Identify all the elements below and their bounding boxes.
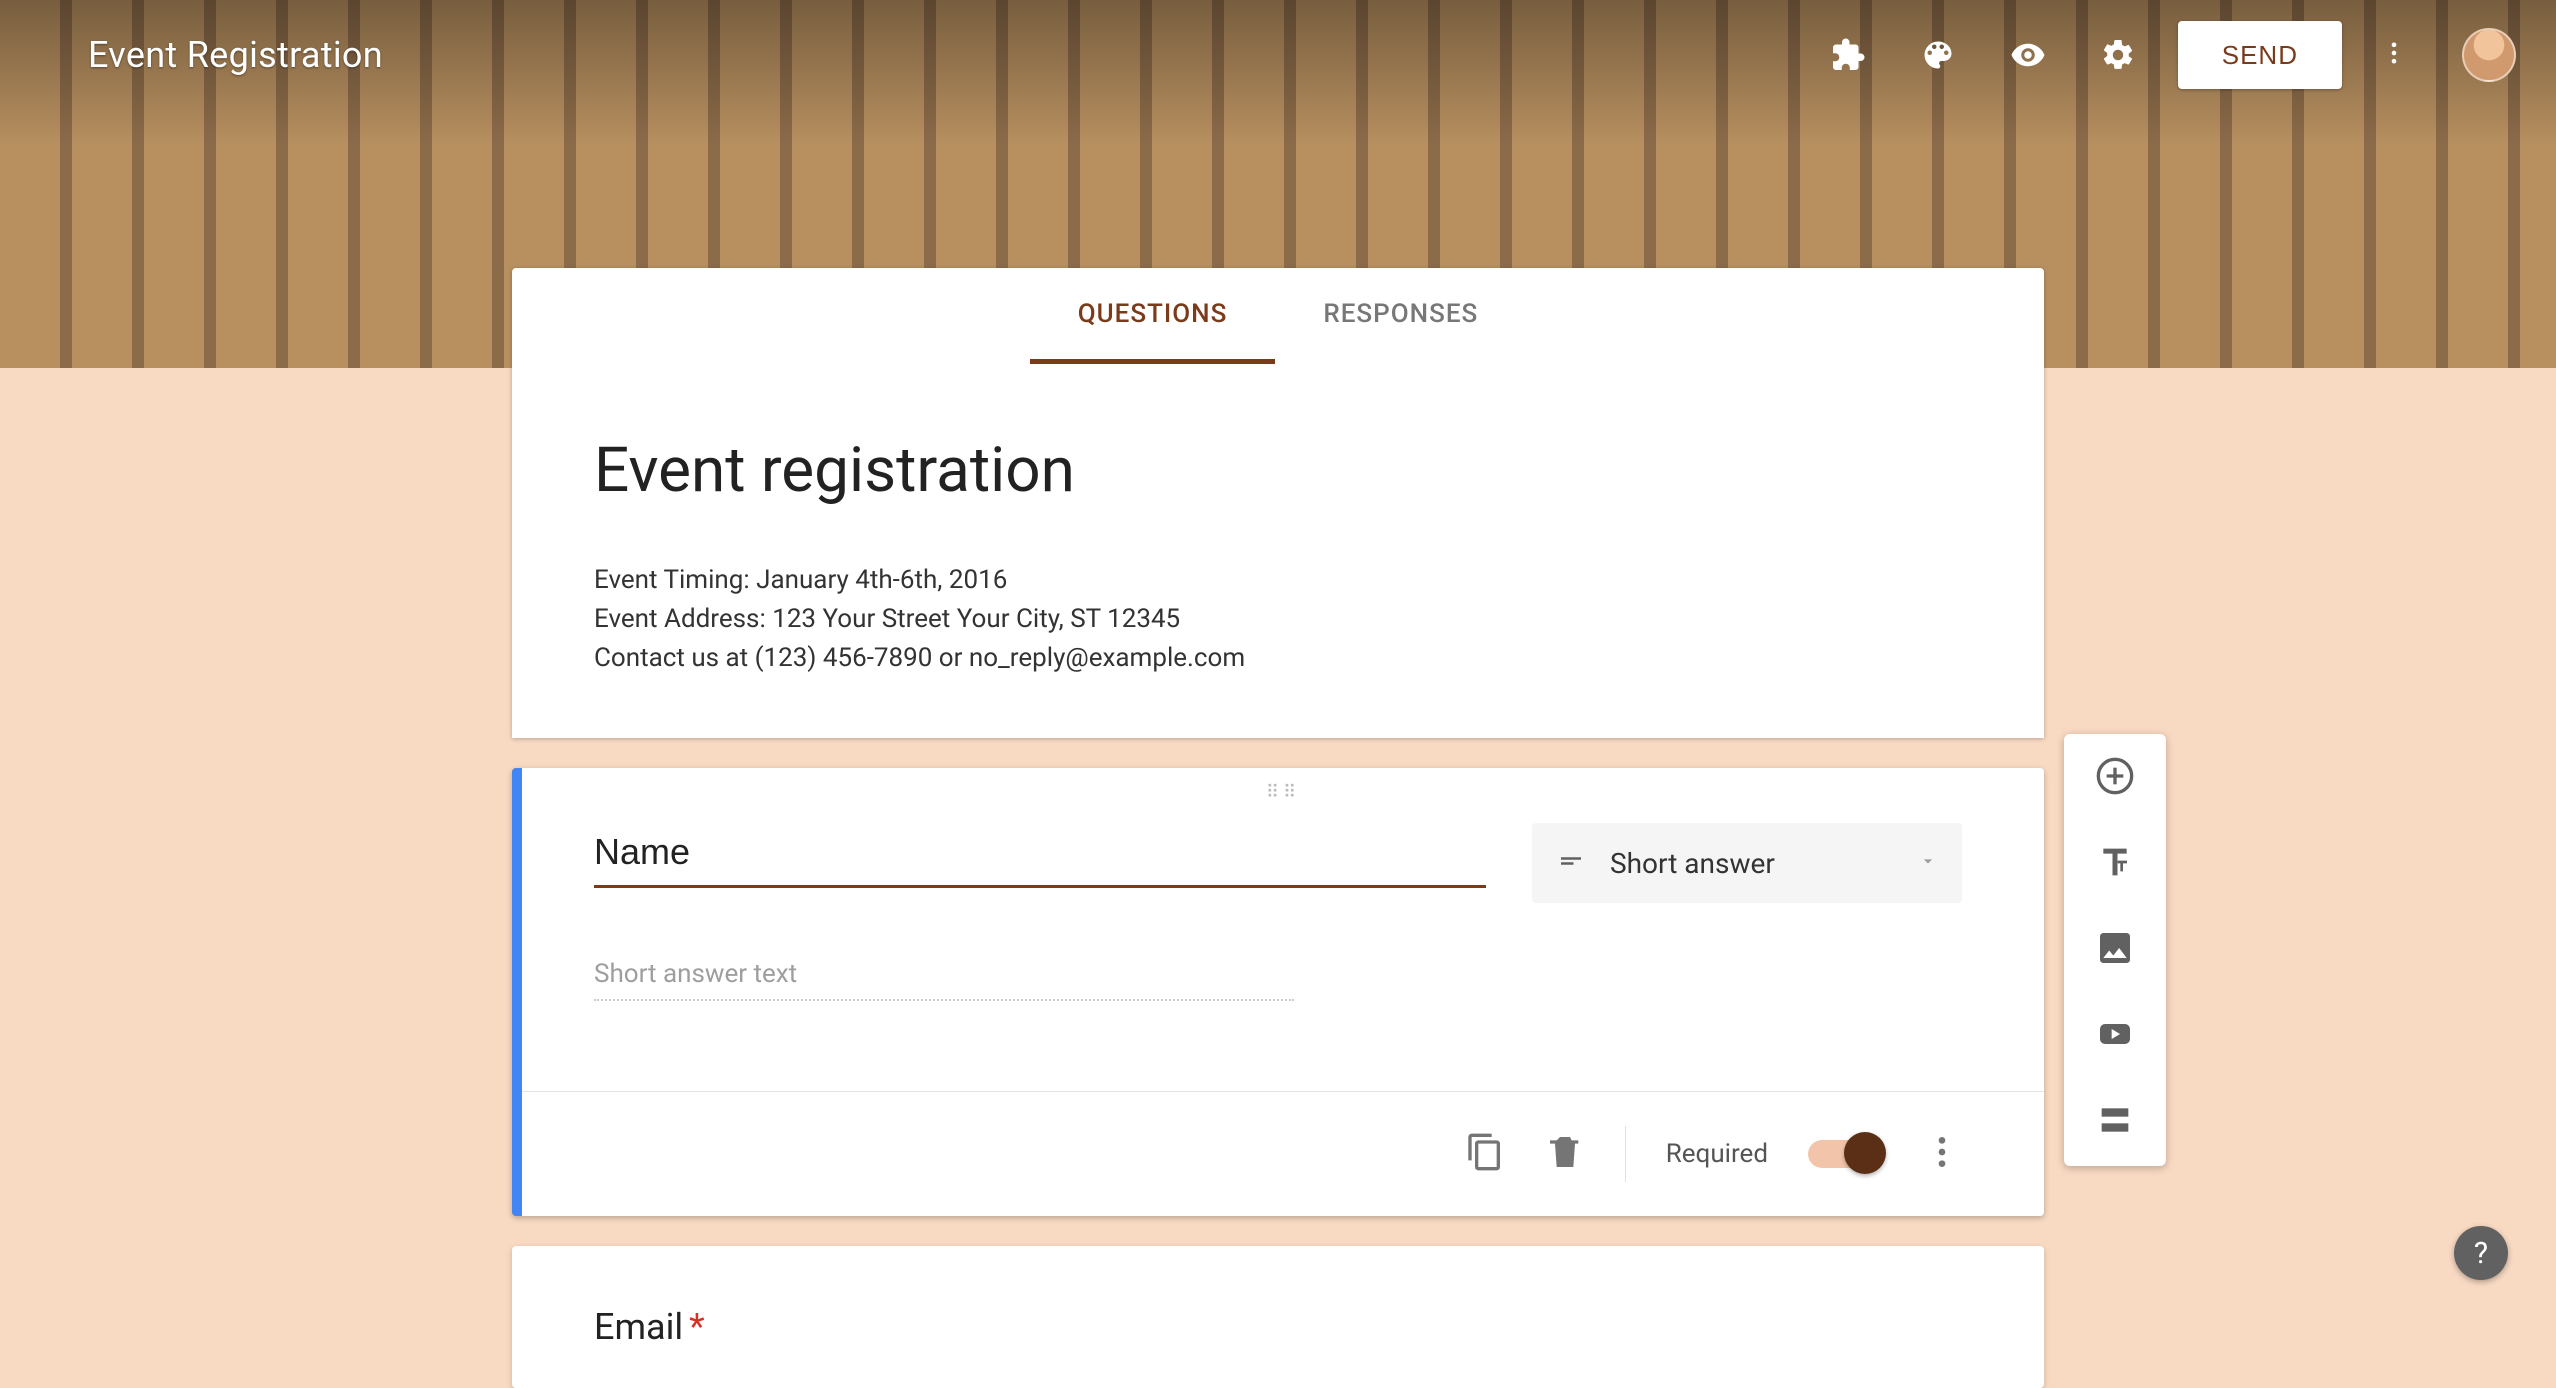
required-label: Required: [1666, 1139, 1768, 1169]
addons-icon[interactable]: [1818, 25, 1878, 85]
account-avatar[interactable]: [2462, 28, 2516, 82]
question-type-label: Short answer: [1610, 847, 1894, 880]
send-button[interactable]: SEND: [2178, 21, 2342, 89]
question-type-select[interactable]: Short answer: [1532, 823, 1962, 903]
help-fab-icon[interactable]: ?: [2454, 1226, 2508, 1280]
tab-responses[interactable]: RESPONSES: [1275, 268, 1526, 364]
form-header-section[interactable]: Event registration Event Timing: January…: [512, 364, 2044, 738]
settings-gear-icon[interactable]: [2088, 25, 2148, 85]
top-toolbar: Event Registration SEND: [0, 0, 2556, 110]
add-title-icon[interactable]: [2095, 842, 2135, 886]
dropdown-caret-icon: [1918, 851, 1938, 875]
tab-questions[interactable]: QUESTIONS: [1030, 268, 1276, 364]
tabs-and-title-card: QUESTIONS RESPONSES Event registration E…: [512, 268, 2044, 738]
form-description[interactable]: Event Timing: January 4th-6th, 2016 Even…: [594, 561, 1962, 678]
form-title[interactable]: Event registration: [594, 434, 1962, 507]
more-options-icon[interactable]: [2370, 29, 2418, 81]
add-question-icon[interactable]: [2095, 756, 2135, 800]
palette-icon[interactable]: [1908, 25, 1968, 85]
required-asterisk-icon: *: [689, 1306, 705, 1348]
delete-trash-icon[interactable]: [1545, 1132, 1585, 1176]
drag-handle-icon[interactable]: ⠿⠿: [522, 768, 2044, 803]
form-editor-column: QUESTIONS RESPONSES Event registration E…: [512, 268, 2044, 1388]
add-image-icon[interactable]: [2095, 928, 2135, 972]
add-section-icon[interactable]: [2095, 1100, 2135, 1144]
floating-side-toolbar: [2064, 734, 2166, 1166]
editor-tabs: QUESTIONS RESPONSES: [512, 268, 2044, 364]
question-title-text: Email: [594, 1306, 683, 1348]
question-more-options-icon[interactable]: [1922, 1132, 1962, 1176]
required-toggle[interactable]: [1808, 1140, 1882, 1168]
document-title[interactable]: Event Registration: [88, 34, 383, 76]
question-title-input[interactable]: [594, 823, 1486, 888]
question-footer-toolbar: Required: [522, 1091, 2044, 1216]
preview-eye-icon[interactable]: [1998, 25, 2058, 85]
add-video-icon[interactable]: [2095, 1014, 2135, 1058]
question-card-active[interactable]: ⠿⠿ Short answer: [512, 768, 2044, 1216]
vertical-divider: [1625, 1126, 1626, 1182]
short-answer-icon: [1556, 846, 1586, 880]
question-card-email[interactable]: Email*: [512, 1246, 2044, 1388]
duplicate-icon[interactable]: [1465, 1132, 1505, 1176]
answer-preview-placeholder: Short answer text: [594, 959, 1294, 1001]
question-title-readonly: Email*: [594, 1306, 1962, 1348]
